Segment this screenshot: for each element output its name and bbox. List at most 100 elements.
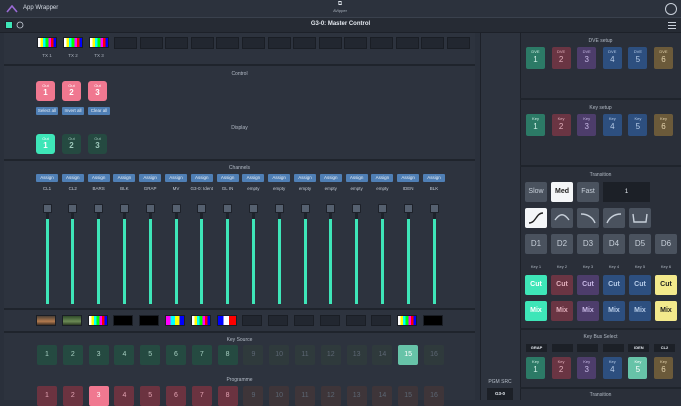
channel-assign-button[interactable]: Assign — [423, 174, 445, 182]
programme-button-14[interactable]: 14 — [372, 386, 393, 406]
dve-D1-button[interactable]: D1 — [525, 234, 547, 254]
key-bus-source-label[interactable] — [602, 344, 624, 352]
key-source-button-2[interactable]: 2 — [62, 345, 83, 365]
empty-source-slot[interactable] — [139, 37, 163, 49]
channel-source-thumbnail[interactable] — [61, 315, 82, 326]
key-2-cut-button[interactable]: Cut — [551, 275, 573, 295]
fader-knob[interactable] — [403, 204, 413, 213]
programme-button-15[interactable]: 15 — [398, 386, 419, 406]
programme-button-5[interactable]: 5 — [140, 386, 161, 406]
dve-setup-5-button[interactable]: DVE 5 — [628, 47, 648, 69]
programme-button-3[interactable]: 3 — [88, 386, 109, 406]
channel-source-thumbnail[interactable] — [113, 315, 134, 326]
channel-source-thumbnail[interactable] — [371, 315, 392, 326]
transition-curve-5-icon[interactable] — [629, 208, 651, 228]
key-bus-key-3-button[interactable]: Key 3 — [577, 357, 597, 379]
channel-assign-button[interactable]: Assign — [294, 174, 316, 182]
display-out-3-button[interactable]: Out 3 — [88, 134, 107, 154]
key-source-button-5[interactable]: 5 — [140, 345, 161, 365]
channel-assign-button[interactable]: Assign — [165, 174, 187, 182]
fader-knob[interactable] — [274, 204, 284, 213]
key-bus-source-label[interactable] — [577, 344, 599, 352]
empty-source-slot[interactable] — [446, 37, 470, 49]
key-source-button-8[interactable]: 8 — [217, 345, 238, 365]
programme-button-1[interactable]: 1 — [37, 386, 57, 406]
key-3-cut-button[interactable]: Cut — [577, 275, 599, 295]
rate-med-button[interactable]: Med — [551, 182, 573, 202]
programme-button-13[interactable]: 13 — [346, 386, 367, 406]
key-source-button-4[interactable]: 4 — [114, 345, 135, 365]
key-5-cut-button[interactable]: Cut — [629, 275, 651, 295]
channel-assign-button[interactable]: Assign — [371, 174, 394, 182]
programme-button-8[interactable]: 8 — [217, 386, 238, 406]
transition-curve-2-icon[interactable] — [551, 208, 573, 228]
channel-assign-button[interactable]: Assign — [190, 174, 213, 182]
channel-source-thumbnail[interactable] — [242, 315, 263, 326]
key-6-cut-button[interactable]: Cut — [655, 275, 677, 295]
empty-source-slot[interactable] — [190, 37, 214, 49]
fader-knob[interactable] — [326, 204, 336, 213]
tx3-thumbnail[interactable] — [89, 37, 109, 48]
empty-source-slot[interactable] — [267, 37, 291, 49]
fader-knob[interactable] — [248, 204, 258, 213]
dve-D6-button[interactable]: D6 — [655, 234, 677, 254]
channel-source-thumbnail[interactable] — [397, 315, 418, 326]
key-source-button-12[interactable]: 12 — [320, 345, 341, 365]
key-source-button-15[interactable]: 15 — [398, 345, 419, 365]
dve-setup-2-button[interactable]: DVE 2 — [551, 47, 571, 69]
channel-assign-button[interactable]: Assign — [61, 174, 84, 182]
clear-all-button[interactable]: Clear all — [88, 107, 110, 115]
key-source-button-14[interactable]: 14 — [372, 345, 393, 365]
fader-knob[interactable] — [94, 204, 104, 213]
programme-button-12[interactable]: 12 — [320, 386, 341, 406]
key-5-mix-button[interactable]: Mix — [629, 301, 651, 321]
rate-fast-button[interactable]: Fast — [577, 182, 599, 202]
programme-button-11[interactable]: 11 — [295, 386, 315, 406]
channel-source-thumbnail[interactable] — [190, 315, 211, 326]
key-1-cut-button[interactable]: Cut — [525, 275, 547, 295]
channel-source-thumbnail[interactable] — [294, 315, 314, 326]
channel-assign-button[interactable]: Assign — [139, 174, 162, 182]
channel-assign-button[interactable]: Assign — [87, 174, 110, 182]
key-source-button-11[interactable]: 11 — [295, 345, 315, 365]
key-source-button-16[interactable]: 16 — [424, 345, 444, 365]
programme-button-2[interactable]: 2 — [62, 386, 83, 406]
fader-knob[interactable] — [223, 204, 233, 213]
channel-assign-button[interactable]: Assign — [242, 174, 265, 182]
empty-source-slot[interactable] — [165, 37, 189, 49]
key-3-mix-button[interactable]: Mix — [577, 301, 599, 321]
channel-source-thumbnail[interactable] — [139, 315, 160, 326]
empty-source-slot[interactable] — [114, 37, 137, 49]
channel-source-thumbnail[interactable] — [87, 315, 108, 326]
empty-source-slot[interactable] — [242, 37, 265, 49]
fader-knob[interactable] — [429, 204, 439, 213]
fader-knob[interactable] — [352, 204, 362, 213]
key-source-button-3[interactable]: 3 — [88, 345, 109, 365]
key-bus-key-4-button[interactable]: Key 4 — [602, 357, 622, 379]
dve-D4-button[interactable]: D4 — [603, 234, 625, 254]
programme-button-7[interactable]: 7 — [191, 386, 212, 406]
key-bus-source-label[interactable]: GRAP — [526, 344, 547, 352]
hamburger-menu-icon[interactable] — [668, 22, 676, 29]
key-2-mix-button[interactable]: Mix — [551, 301, 573, 321]
tx2-thumbnail[interactable] — [63, 37, 83, 48]
dve-D3-button[interactable]: D3 — [577, 234, 599, 254]
dve-D2-button[interactable]: D2 — [551, 234, 573, 254]
dve-setup-1-button[interactable]: DVE 1 — [526, 47, 545, 69]
empty-source-slot[interactable] — [344, 37, 368, 49]
invert-all-button[interactable]: Invert all — [62, 107, 84, 115]
channel-source-thumbnail[interactable] — [423, 315, 443, 326]
key-source-button-6[interactable]: 6 — [166, 345, 186, 365]
control-out-2-button[interactable]: Out 2 — [62, 81, 81, 101]
programme-button-4[interactable]: 4 — [114, 386, 135, 406]
rate-value-field[interactable]: 1 — [603, 182, 650, 202]
display-out-1-button[interactable]: Out 1 — [36, 134, 55, 154]
empty-source-slot[interactable] — [421, 37, 445, 49]
transition-curve-3-icon[interactable] — [577, 208, 599, 228]
transition-curve-1-icon[interactable] — [525, 208, 547, 228]
channel-assign-button[interactable]: Assign — [113, 174, 136, 182]
fader-knob[interactable] — [377, 204, 387, 213]
channel-assign-button[interactable]: Assign — [397, 174, 420, 182]
fader-knob[interactable] — [300, 204, 310, 213]
control-out-1-button[interactable]: Out 1 — [36, 81, 55, 101]
